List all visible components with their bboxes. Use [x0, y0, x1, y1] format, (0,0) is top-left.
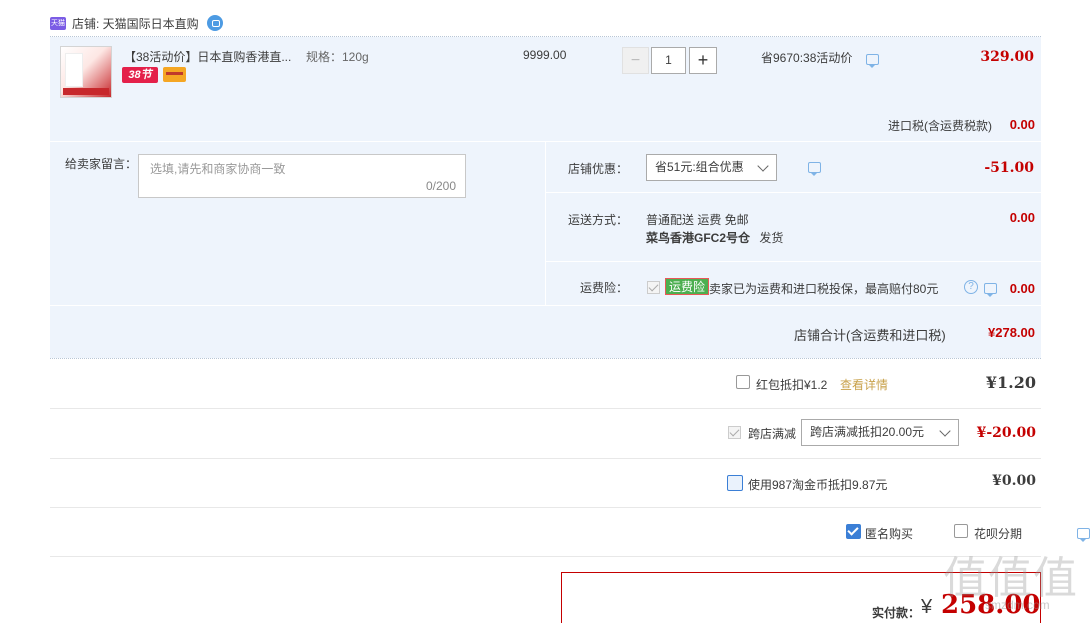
- seller-note-label: 给卖家留言：: [65, 157, 138, 171]
- anonymous-label: 匿名购买: [865, 527, 914, 541]
- product-title[interactable]: 【38活动价】日本直购香港直...: [124, 48, 291, 65]
- shop-discount-label: 店铺优惠：: [567, 162, 628, 176]
- divider: [50, 507, 1041, 508]
- quantity-input[interactable]: 1: [651, 47, 686, 74]
- cross-store-label: 跨店满减: [748, 427, 797, 441]
- divider: [50, 408, 1041, 409]
- redpack-text: 红包抵扣¥1.2: [756, 378, 828, 392]
- payment-currency: ¥: [921, 596, 933, 618]
- huabei-label: 花呗分期: [974, 527, 1023, 541]
- coins-value: ¥0.00: [992, 473, 1036, 489]
- shop-discount-select[interactable]: 省51元:组合优惠: [646, 154, 777, 181]
- shop-header: 天猫 店铺: 天猫国际日本直购: [50, 13, 223, 33]
- credit-card-icon: [163, 67, 186, 82]
- shop-discount-value: -51.00: [984, 160, 1034, 176]
- shipping-dispatch: 发货: [759, 231, 784, 245]
- tmall-logo-icon: 天猫: [50, 16, 66, 30]
- seller-note-placeholder: 选填,请先和商家协商一致: [150, 162, 286, 176]
- chat-seller-icon[interactable]: [206, 15, 223, 31]
- insurance-badge: 运费险: [665, 278, 710, 295]
- insurance-label: 运费险：: [579, 281, 628, 295]
- message-icon[interactable]: [808, 162, 822, 176]
- chevron-down-icon: [757, 160, 769, 172]
- cross-store-checkbox[interactable]: [728, 426, 741, 439]
- import-tax-value: 0.00: [1009, 117, 1035, 132]
- huabei-checkbox[interactable]: [954, 524, 968, 538]
- cross-store-select[interactable]: 跨店满减抵扣20.00元: [801, 419, 959, 446]
- seller-note-count: 0/200: [425, 179, 456, 193]
- shipping-method: 普通配送 运费 免邮: [646, 213, 749, 227]
- redpack-checkbox[interactable]: [736, 375, 750, 389]
- product-spec: 规格：120g: [306, 50, 369, 64]
- saving-info: 省9670:38活动价: [761, 51, 853, 65]
- message-icon[interactable]: [1077, 528, 1091, 542]
- unit-price: 9999.00: [523, 48, 567, 62]
- watermark-sub: smzdm.com: [985, 598, 1050, 612]
- item-total: 329.00: [980, 49, 1034, 65]
- payment-label: 实付款：: [872, 606, 921, 620]
- shipping-label: 运送方式：: [567, 213, 628, 227]
- anonymous-checkbox[interactable]: [846, 524, 861, 539]
- cross-store-value: ¥-20.00: [976, 425, 1036, 441]
- chevron-down-icon: [939, 425, 951, 437]
- quantity-decrease-button[interactable]: −: [622, 47, 649, 74]
- shop-discount-selected: 省51元:组合优惠: [655, 160, 744, 174]
- import-tax-label: 进口税(含运费税款): [888, 119, 992, 133]
- shop-total-label: 店铺合计(含运费和进口税): [794, 328, 946, 343]
- redpack-details-link[interactable]: 查看详情: [840, 376, 888, 393]
- shop-name[interactable]: 店铺: 天猫国际日本直购: [72, 15, 199, 32]
- shop-total-value: ¥278.00: [988, 325, 1035, 340]
- insurance-text: 卖家已为运费和进口税投保，最高赔付80元: [709, 282, 939, 296]
- cross-store-selected: 跨店满减抵扣20.00元: [810, 425, 925, 439]
- divider: [50, 556, 1041, 557]
- product-thumbnail[interactable]: [60, 46, 112, 98]
- insurance-value: 0.00: [1009, 281, 1035, 296]
- coins-checkbox[interactable]: [727, 475, 743, 491]
- redpack-value: ¥1.20: [985, 373, 1036, 392]
- watermark: 值值值: [943, 553, 1078, 604]
- shipping-warehouse: 菜鸟香港GFC2号仓: [646, 231, 751, 245]
- insurance-checkbox[interactable]: [647, 281, 660, 294]
- divider: [50, 458, 1041, 459]
- message-icon[interactable]: [866, 54, 879, 68]
- quantity-increase-button[interactable]: +: [689, 47, 717, 74]
- divider: [50, 358, 1041, 359]
- shipping-value: 0.00: [1009, 210, 1035, 225]
- coins-text: 使用987淘金币抵扣9.87元: [748, 478, 888, 492]
- help-icon[interactable]: ?: [964, 280, 978, 294]
- shipping-origin: 菜鸟香港GFC2号仓 发货: [646, 229, 783, 246]
- festival-tag: 38节: [122, 67, 158, 83]
